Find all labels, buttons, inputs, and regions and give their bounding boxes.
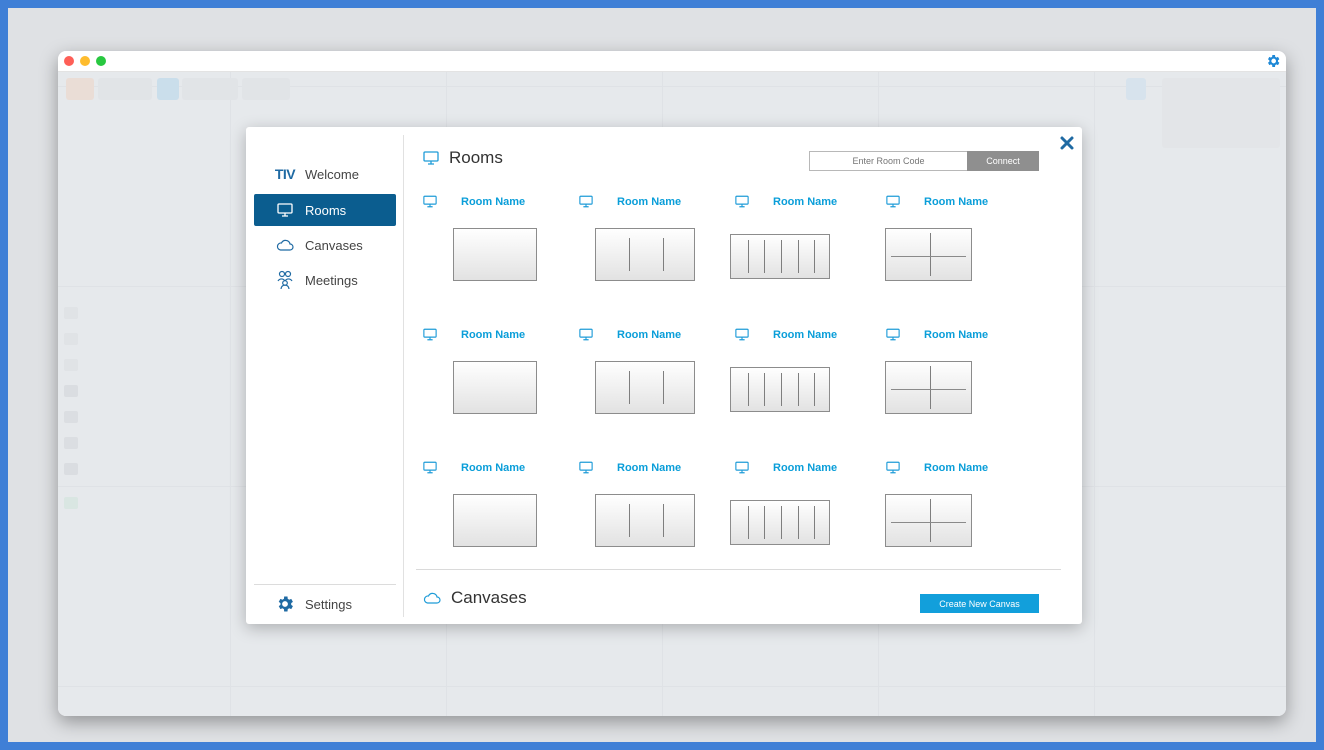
room-card[interactable]: Room Name	[423, 461, 573, 561]
room-card[interactable]: Room Name	[579, 461, 729, 561]
sidebar-item-welcome[interactable]: TIV Welcome	[254, 158, 396, 190]
room-layout-thumbnail[interactable]	[595, 494, 695, 547]
sidebar-divider	[254, 584, 396, 585]
sidebar-item-label: Rooms	[305, 202, 347, 218]
room-name: Room Name	[773, 196, 838, 208]
close-window-button[interactable]	[64, 56, 74, 66]
minimize-window-button[interactable]	[80, 56, 90, 66]
room-card[interactable]: Room Name	[423, 195, 573, 295]
sidebar-item-label: Welcome	[305, 166, 359, 182]
room-name: Room Name	[924, 329, 989, 341]
settings-label: Settings	[305, 596, 352, 612]
room-card[interactable]: Room Name	[423, 328, 573, 428]
monitor-icon	[886, 195, 900, 208]
room-code-form: Connect	[809, 151, 1039, 171]
modal-sidebar: TIV Welcome Rooms Canvases Meetings Sett…	[246, 127, 404, 624]
room-layout-thumbnail[interactable]	[730, 367, 830, 412]
section-divider	[416, 569, 1061, 570]
monitor-icon	[579, 461, 593, 474]
room-layout-thumbnail[interactable]	[730, 234, 830, 279]
monitor-icon	[423, 151, 439, 165]
room-card[interactable]: Room Name	[730, 461, 885, 561]
room-layout-thumbnail[interactable]	[595, 228, 695, 281]
room-name: Room Name	[461, 462, 526, 474]
room-layout-thumbnail[interactable]	[453, 361, 537, 414]
people-icon	[275, 270, 295, 290]
room-card[interactable]: Room Name	[885, 461, 1036, 561]
room-name: Room Name	[773, 329, 838, 341]
room-card[interactable]: Room Name	[579, 195, 729, 295]
room-name: Room Name	[617, 462, 682, 474]
monitor-icon	[423, 195, 437, 208]
monitor-icon	[423, 328, 437, 341]
cloud-icon	[275, 235, 295, 255]
sidebar-item-label: Canvases	[305, 237, 363, 253]
cloud-icon	[423, 592, 441, 604]
monitor-icon	[886, 328, 900, 341]
tiv-logo-icon: TIV	[274, 166, 296, 182]
monitor-icon	[423, 461, 437, 474]
rooms-header: Rooms	[423, 148, 503, 168]
room-name: Room Name	[617, 196, 682, 208]
room-name: Room Name	[461, 196, 526, 208]
room-card[interactable]: Room Name	[579, 328, 729, 428]
monitor-icon	[735, 328, 749, 341]
window-titlebar	[58, 51, 1286, 72]
room-card[interactable]: Room Name	[885, 195, 1036, 295]
sidebar-item-rooms[interactable]: Rooms	[254, 194, 396, 226]
create-new-canvas-button[interactable]: Create New Canvas	[920, 594, 1039, 613]
canvases-header: Canvases	[423, 588, 527, 608]
monitor-icon	[579, 328, 593, 341]
room-card[interactable]: Room Name	[885, 328, 1036, 428]
room-name: Room Name	[924, 196, 989, 208]
close-icon[interactable]	[1059, 135, 1075, 151]
sidebar-separator	[403, 135, 404, 617]
sidebar-item-label: Meetings	[305, 272, 358, 288]
canvases-title: Canvases	[451, 588, 527, 607]
room-layout-thumbnail[interactable]	[453, 228, 537, 281]
maximize-window-button[interactable]	[96, 56, 106, 66]
room-code-input[interactable]	[809, 151, 967, 171]
room-card[interactable]: Room Name	[730, 195, 885, 295]
room-layout-thumbnail[interactable]	[885, 494, 972, 547]
gear-icon[interactable]	[1265, 53, 1281, 69]
monitor-icon	[735, 461, 749, 474]
room-name: Room Name	[773, 462, 838, 474]
monitor-icon	[579, 195, 593, 208]
room-layout-thumbnail[interactable]	[885, 361, 972, 414]
monitor-icon	[735, 195, 749, 208]
rooms-title: Rooms	[449, 148, 503, 167]
gear-icon	[275, 594, 295, 614]
connect-button[interactable]: Connect	[967, 151, 1039, 171]
settings-button[interactable]: Settings	[254, 588, 396, 620]
room-layout-thumbnail[interactable]	[885, 228, 972, 281]
room-layout-thumbnail[interactable]	[595, 361, 695, 414]
rooms-modal: TIV Welcome Rooms Canvases Meetings Sett…	[246, 127, 1082, 624]
monitor-icon	[886, 461, 900, 474]
room-layout-thumbnail[interactable]	[730, 500, 830, 545]
sidebar-item-meetings[interactable]: Meetings	[254, 264, 396, 296]
room-card[interactable]: Room Name	[730, 328, 885, 428]
room-name: Room Name	[461, 329, 526, 341]
sidebar-item-canvases[interactable]: Canvases	[254, 229, 396, 261]
monitor-icon	[275, 200, 295, 220]
room-name: Room Name	[924, 462, 989, 474]
room-name: Room Name	[617, 329, 682, 341]
room-layout-thumbnail[interactable]	[453, 494, 537, 547]
